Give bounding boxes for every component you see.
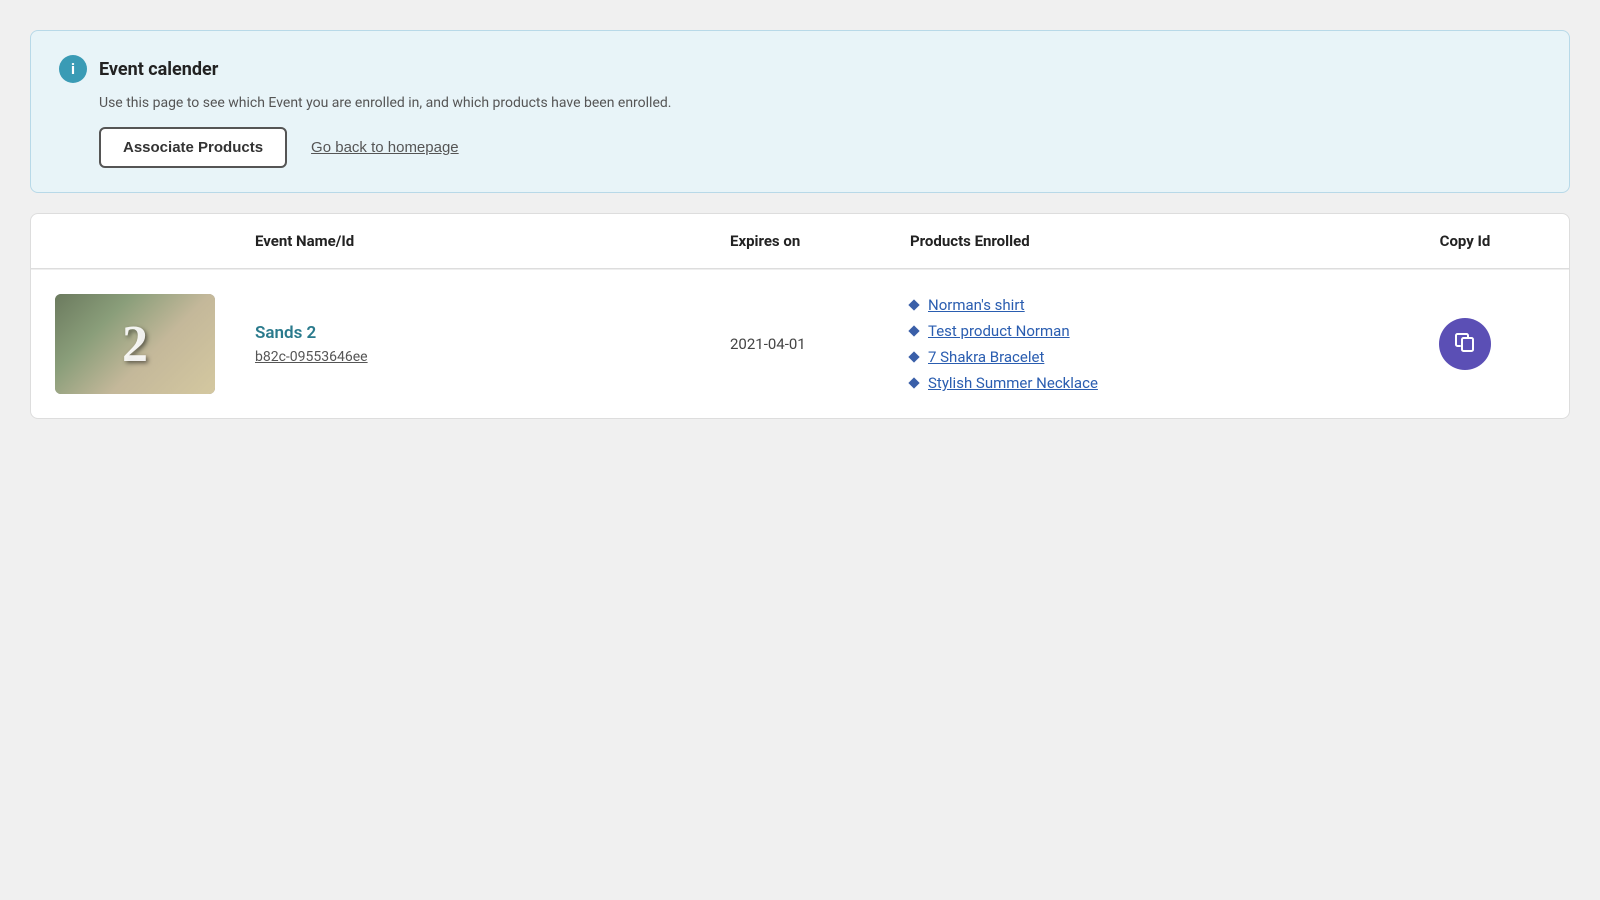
- copy-id-button[interactable]: [1439, 318, 1491, 370]
- banner-actions: Associate Products Go back to homepage: [99, 127, 1541, 168]
- bullet-icon: [908, 351, 919, 362]
- products-list: Norman's shirt Test product Norman 7 Sha…: [910, 296, 1385, 392]
- col-header-copy-id: Copy Id: [1385, 232, 1545, 250]
- product-link-3[interactable]: 7 Shakra Bracelet: [928, 348, 1044, 366]
- banner-header: i Event calender: [59, 55, 1541, 83]
- event-name: Sands 2: [255, 323, 730, 343]
- events-table: Event Name/Id Expires on Products Enroll…: [30, 213, 1570, 419]
- col-header-empty: [55, 232, 255, 250]
- list-item: Test product Norman: [910, 322, 1385, 340]
- list-item: 7 Shakra Bracelet: [910, 348, 1385, 366]
- cake-number-decoration: 2: [122, 315, 148, 374]
- banner-description: Use this page to see which Event you are…: [99, 95, 1541, 111]
- info-icon: i: [59, 55, 87, 83]
- bullet-icon: [908, 377, 919, 388]
- expires-date: 2021-04-01: [730, 335, 910, 353]
- bullet-icon: [908, 299, 919, 310]
- info-banner: i Event calender Use this page to see wh…: [30, 30, 1570, 193]
- bullet-icon: [908, 325, 919, 336]
- go-back-link[interactable]: Go back to homepage: [311, 139, 459, 156]
- col-header-event-name: Event Name/Id: [255, 232, 730, 250]
- copy-id-cell: [1385, 318, 1545, 370]
- banner-title: Event calender: [99, 59, 218, 80]
- associate-products-button[interactable]: Associate Products: [99, 127, 287, 168]
- list-item: Stylish Summer Necklace: [910, 374, 1385, 392]
- table-header: Event Name/Id Expires on Products Enroll…: [31, 214, 1569, 269]
- product-link-4[interactable]: Stylish Summer Necklace: [928, 374, 1098, 392]
- product-link-2[interactable]: Test product Norman: [928, 322, 1070, 340]
- table-row: 2 Sands 2 b82c-09553646ee 2021-04-01 Nor…: [31, 269, 1569, 418]
- event-info: Sands 2 b82c-09553646ee: [255, 323, 730, 365]
- copy-icon: [1453, 329, 1477, 359]
- product-link-1[interactable]: Norman's shirt: [928, 296, 1025, 314]
- cake-thumbnail: 2: [55, 294, 215, 394]
- event-id[interactable]: b82c-09553646ee: [255, 349, 730, 365]
- event-image: 2: [55, 294, 215, 394]
- list-item: Norman's shirt: [910, 296, 1385, 314]
- col-header-expires: Expires on: [730, 232, 910, 250]
- col-header-products: Products Enrolled: [910, 232, 1385, 250]
